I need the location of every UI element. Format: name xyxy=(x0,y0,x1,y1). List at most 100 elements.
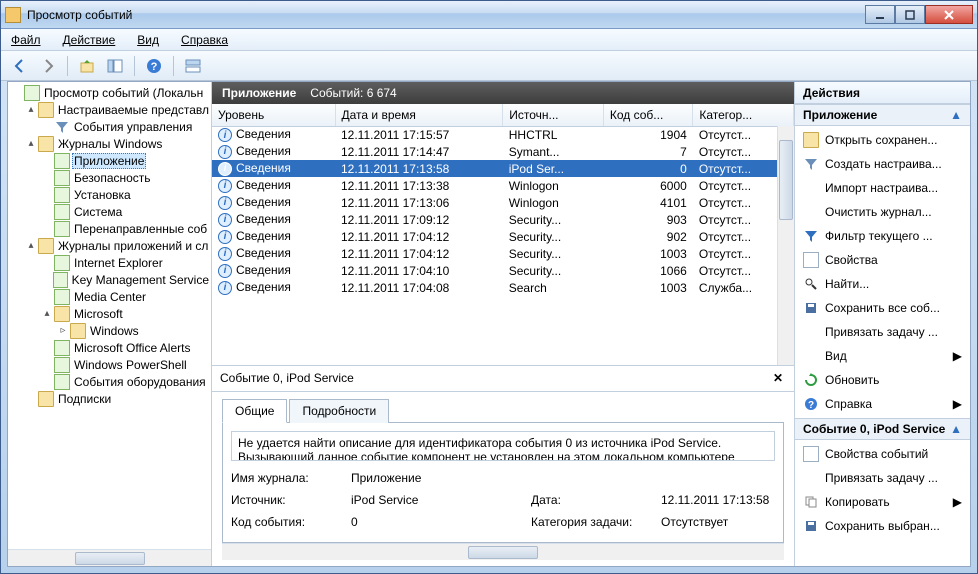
action-help[interactable]: ?Справка▶ xyxy=(795,392,970,416)
tree-app-services-logs[interactable]: ▴Журналы приложений и сл xyxy=(8,237,211,254)
table-row[interactable]: iСведения 12.11.2011 17:15:57HHCTRL1904О… xyxy=(212,126,794,143)
titlebar[interactable]: Просмотр событий xyxy=(1,1,977,29)
tab-details[interactable]: Подробности xyxy=(289,399,389,423)
help-button[interactable]: ? xyxy=(143,55,165,77)
event-detail-pane: Событие 0, iPod Service ✕ Общие Подробно… xyxy=(212,366,794,566)
tree-media-center[interactable]: Media Center xyxy=(8,288,211,305)
close-button[interactable] xyxy=(925,5,973,24)
forward-button[interactable] xyxy=(37,55,59,77)
action-refresh[interactable]: Обновить xyxy=(795,368,970,392)
tree-hardware-events[interactable]: События оборудования xyxy=(8,373,211,390)
action-view-submenu[interactable]: Вид▶ xyxy=(795,344,970,368)
tree-setup-log[interactable]: Установка xyxy=(8,186,211,203)
maximize-button[interactable] xyxy=(895,5,925,24)
action-create-view[interactable]: Создать настраива... xyxy=(795,152,970,176)
col-datetime[interactable]: Дата и время xyxy=(335,104,503,126)
table-row[interactable]: iСведения 12.11.2011 17:04:12Security...… xyxy=(212,228,794,245)
tree-system-log[interactable]: Система xyxy=(8,203,211,220)
info-icon: i xyxy=(218,230,232,244)
help-icon: ? xyxy=(803,396,819,412)
toolbar: ? xyxy=(1,51,977,81)
tree-microsoft[interactable]: ▴Microsoft xyxy=(8,305,211,322)
up-button[interactable] xyxy=(76,55,98,77)
action-import-view[interactable]: Импорт настраива... xyxy=(795,176,970,200)
table-row[interactable]: iСведения 12.11.2011 17:04:10Security...… xyxy=(212,262,794,279)
tree-powershell[interactable]: Windows PowerShell xyxy=(8,356,211,373)
folder-icon xyxy=(70,323,86,339)
table-row[interactable]: iСведения 12.11.2011 17:13:58iPod Ser...… xyxy=(212,160,794,177)
tab-general[interactable]: Общие xyxy=(222,399,287,423)
detail-hscrollbar[interactable] xyxy=(222,543,784,560)
main-header: Приложение Событий: 6 674 xyxy=(212,82,794,104)
tree-windows-logs[interactable]: ▴Журналы Windows xyxy=(8,135,211,152)
action-save-all[interactable]: Сохранить все соб... xyxy=(795,296,970,320)
tree-hscrollbar[interactable] xyxy=(8,549,211,566)
tree-subscriptions[interactable]: Подписки xyxy=(8,390,211,407)
content-area: Просмотр событий (Локальн ▴Настраиваемые… xyxy=(7,81,971,567)
detail-close-button[interactable]: ✕ xyxy=(770,370,786,386)
task-icon xyxy=(803,324,819,340)
menu-file[interactable]: Файл xyxy=(7,31,45,49)
tree[interactable]: Просмотр событий (Локальн ▴Настраиваемые… xyxy=(8,82,211,549)
log-icon xyxy=(54,204,70,220)
grid-vscrollbar[interactable] xyxy=(777,126,794,365)
table-row[interactable]: iСведения 12.11.2011 17:13:38Winlogon600… xyxy=(212,177,794,194)
event-properties: Имя журнала: Приложение Источник: iPod S… xyxy=(231,471,775,529)
preview-button[interactable] xyxy=(182,55,204,77)
log-icon xyxy=(54,153,70,169)
menu-help[interactable]: Справка xyxy=(177,31,232,49)
folder-icon xyxy=(38,238,54,254)
folder-icon xyxy=(54,306,70,322)
import-icon xyxy=(803,180,819,196)
tree-security-log[interactable]: Безопасность xyxy=(8,169,211,186)
menu-action[interactable]: Действие xyxy=(59,31,120,49)
event-description[interactable]: Не удается найти описание для идентифика… xyxy=(231,431,775,461)
tree-kms[interactable]: Key Management Service xyxy=(8,271,211,288)
action-event-props[interactable]: Свойства событий xyxy=(795,442,970,466)
menu-view[interactable]: Вид xyxy=(133,31,163,49)
col-source[interactable]: Источн... xyxy=(503,104,604,126)
tree-custom-views[interactable]: ▴Настраиваемые представл xyxy=(8,101,211,118)
log-icon xyxy=(54,374,70,390)
svg-text:?: ? xyxy=(808,400,814,411)
minimize-button[interactable] xyxy=(865,5,895,24)
col-id[interactable]: Код соб... xyxy=(603,104,692,126)
actions-title: Действия xyxy=(795,82,970,104)
tab-content: Не удается найти описание для идентифика… xyxy=(222,423,784,543)
info-icon: i xyxy=(218,264,232,278)
action-properties[interactable]: Свойства xyxy=(795,248,970,272)
window-frame: Просмотр событий Файл Действие Вид Справ… xyxy=(0,0,978,574)
clear-icon xyxy=(803,204,819,220)
action-open-saved[interactable]: Открыть сохранен... xyxy=(795,128,970,152)
events-grid[interactable]: Уровень Дата и время Источн... Код соб..… xyxy=(212,104,794,366)
tree-ie[interactable]: Internet Explorer xyxy=(8,254,211,271)
action-copy[interactable]: Копировать▶ xyxy=(795,490,970,514)
detail-title: Событие 0, iPod Service xyxy=(220,371,354,385)
main-header-count: Событий: 6 674 xyxy=(310,86,396,100)
submenu-arrow-icon: ▶ xyxy=(953,349,962,363)
tree-office-alerts[interactable]: Microsoft Office Alerts xyxy=(8,339,211,356)
action-save-selected[interactable]: Сохранить выбран... xyxy=(795,514,970,538)
table-row[interactable]: iСведения 12.11.2011 17:09:12Security...… xyxy=(212,211,794,228)
tree-forwarded-log[interactable]: Перенаправленные соб xyxy=(8,220,211,237)
table-row[interactable]: iСведения 12.11.2011 17:04:12Security...… xyxy=(212,245,794,262)
tree-admin-events[interactable]: События управления xyxy=(8,118,211,135)
col-category[interactable]: Категор... xyxy=(693,104,794,126)
action-event-task[interactable]: Привязать задачу ... xyxy=(795,466,970,490)
tree-application-log[interactable]: Приложение xyxy=(8,152,211,169)
table-row[interactable]: iСведения 12.11.2011 17:14:47Symant...7О… xyxy=(212,143,794,160)
actions-section-event[interactable]: Событие 0, iPod Service▲ xyxy=(795,418,970,440)
table-row[interactable]: iСведения 12.11.2011 17:04:08Search1003С… xyxy=(212,279,794,296)
folder-icon xyxy=(38,391,54,407)
action-find[interactable]: Найти... xyxy=(795,272,970,296)
actions-section-app[interactable]: Приложение▲ xyxy=(795,104,970,126)
tree-microsoft-windows[interactable]: ▹Windows xyxy=(8,322,211,339)
back-button[interactable] xyxy=(9,55,31,77)
tree-root[interactable]: Просмотр событий (Локальн xyxy=(8,84,211,101)
show-tree-button[interactable] xyxy=(104,55,126,77)
action-clear-log[interactable]: Очистить журнал... xyxy=(795,200,970,224)
action-filter-log[interactable]: Фильтр текущего ... xyxy=(795,224,970,248)
table-row[interactable]: iСведения 12.11.2011 17:13:06Winlogon410… xyxy=(212,194,794,211)
col-level[interactable]: Уровень xyxy=(212,104,335,126)
action-attach-task[interactable]: Привязать задачу ... xyxy=(795,320,970,344)
